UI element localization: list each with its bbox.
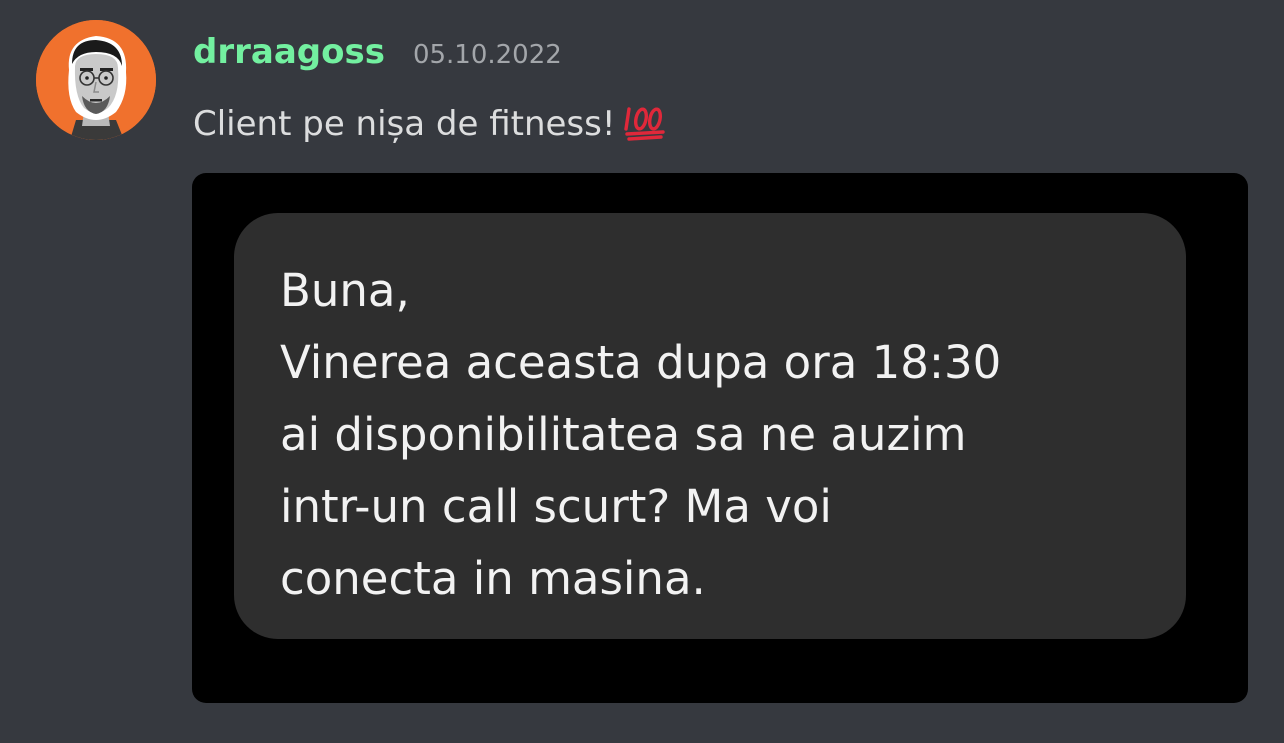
message-timestamp: 05.10.2022 [412, 40, 562, 70]
message-content: Client pe nișa de fitness! [193, 104, 667, 144]
chat-message: drraagoss 05.10.2022 Client pe nișa de f… [0, 0, 1284, 743]
sms-bubble: Buna, Vinerea aceasta dupa ora 18:30 ai … [234, 213, 1186, 639]
sms-line: intr-un call scurt? Ma voi [280, 480, 832, 533]
sms-line: ai disponibilitatea sa ne auzim [280, 408, 967, 461]
sms-line: conecta in masina. [280, 552, 706, 605]
sms-text: Buna, Vinerea aceasta dupa ora 18:30 ai … [280, 255, 1160, 615]
sms-line: Vinerea aceasta dupa ora 18:30 [280, 336, 1002, 389]
sms-line: Buna, [280, 264, 410, 317]
avatar-portrait-icon [36, 20, 156, 140]
message-text: Client pe nișa de fitness! [193, 104, 616, 144]
author-username[interactable]: drraagoss [193, 32, 385, 72]
user-avatar[interactable] [36, 20, 156, 140]
image-attachment[interactable]: Buna, Vinerea aceasta dupa ora 18:30 ai … [192, 173, 1248, 703]
hundred-points-emoji-icon [623, 103, 667, 141]
message-header: drraagoss 05.10.2022 [193, 32, 562, 78]
